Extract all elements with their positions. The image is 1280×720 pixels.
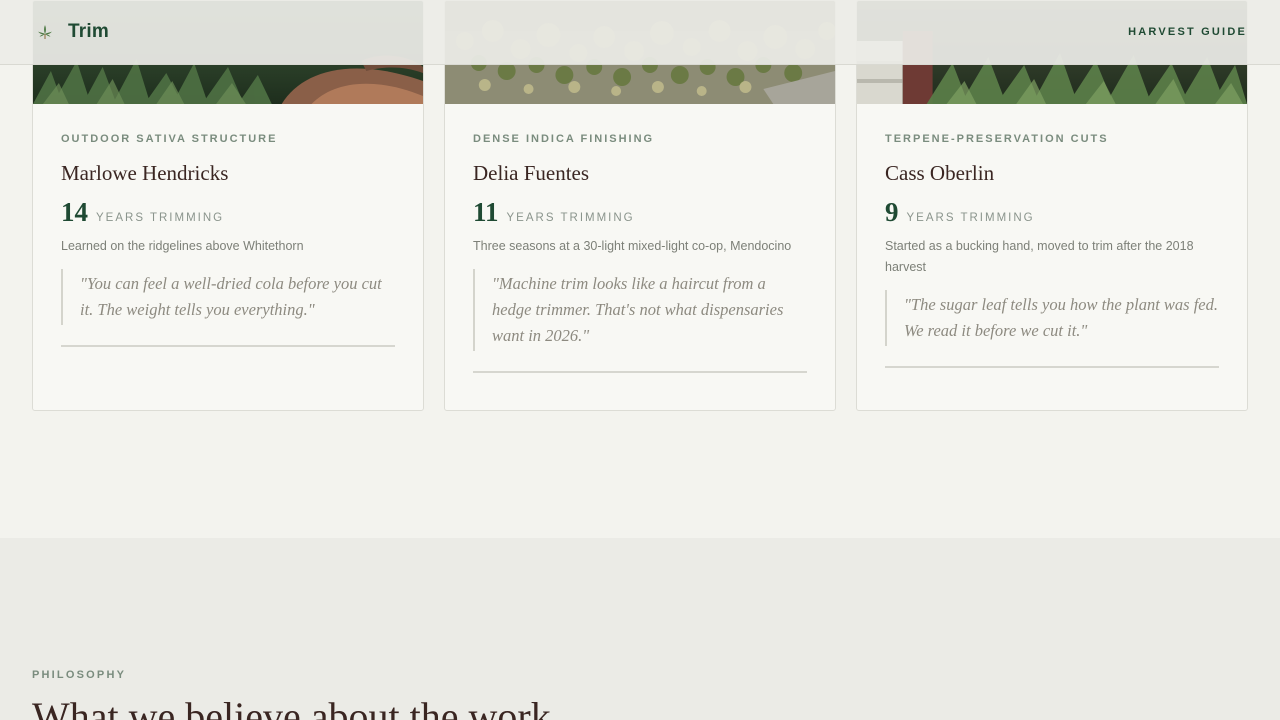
card-name: Cass Oberlin bbox=[885, 161, 995, 185]
card-origin: Learned on the ridgelines above Whitetho… bbox=[61, 239, 304, 253]
section-title: What we believe about the work bbox=[32, 694, 551, 720]
years-number: 11 bbox=[473, 197, 499, 227]
section-eyebrow: PHILOSOPHY bbox=[32, 669, 127, 681]
years-label: YEARS TRIMMING bbox=[506, 212, 635, 224]
card-specialty: DENSE INDICA FINISHING bbox=[473, 133, 655, 145]
card-specialty: OUTDOOR SATIVA STRUCTURE bbox=[61, 133, 278, 145]
brand-name: Trim bbox=[68, 21, 109, 42]
card-quote: "The sugar leaf tells you how the plant … bbox=[885, 290, 1219, 346]
card-name: Marlowe Hendricks bbox=[61, 161, 229, 185]
years-number: 9 bbox=[885, 197, 899, 227]
philosophy-section: PHILOSOPHY What we believe about the wor… bbox=[0, 538, 1280, 720]
card-quote: "Machine trim looks like a haircut from … bbox=[473, 269, 807, 351]
trimmers-section: OUTDOOR SATIVA STRUCTURE Marlowe Hendric… bbox=[0, 0, 1280, 538]
years-experience: 14 YEARS TRIMMING bbox=[61, 198, 395, 226]
years-experience: 9 YEARS TRIMMING bbox=[885, 198, 1219, 226]
cannabis-leaf-icon bbox=[38, 25, 52, 39]
card-name: Delia Fuentes bbox=[473, 161, 590, 185]
card-quote: "You can feel a well-dried cola before y… bbox=[61, 269, 395, 325]
brand-link[interactable]: Trim bbox=[36, 21, 109, 43]
card-origin: Started as a bucking hand, moved to trim… bbox=[885, 239, 1194, 274]
card-divider bbox=[885, 366, 1219, 368]
years-experience: 11 YEARS TRIMMING bbox=[473, 198, 807, 226]
card-specialty: TERPENE-PRESERVATION CUTS bbox=[885, 133, 1109, 145]
site-header: Trim HARVEST GUIDE bbox=[0, 0, 1280, 65]
card-origin: Three seasons at a 30-light mixed-light … bbox=[473, 239, 792, 253]
years-label: YEARS TRIMMING bbox=[906, 212, 1035, 224]
years-number: 14 bbox=[61, 197, 88, 227]
card-divider bbox=[473, 371, 807, 373]
years-label: YEARS TRIMMING bbox=[96, 212, 225, 224]
nav-harvest-guide[interactable]: HARVEST GUIDE bbox=[1128, 26, 1247, 38]
card-divider bbox=[61, 345, 395, 347]
